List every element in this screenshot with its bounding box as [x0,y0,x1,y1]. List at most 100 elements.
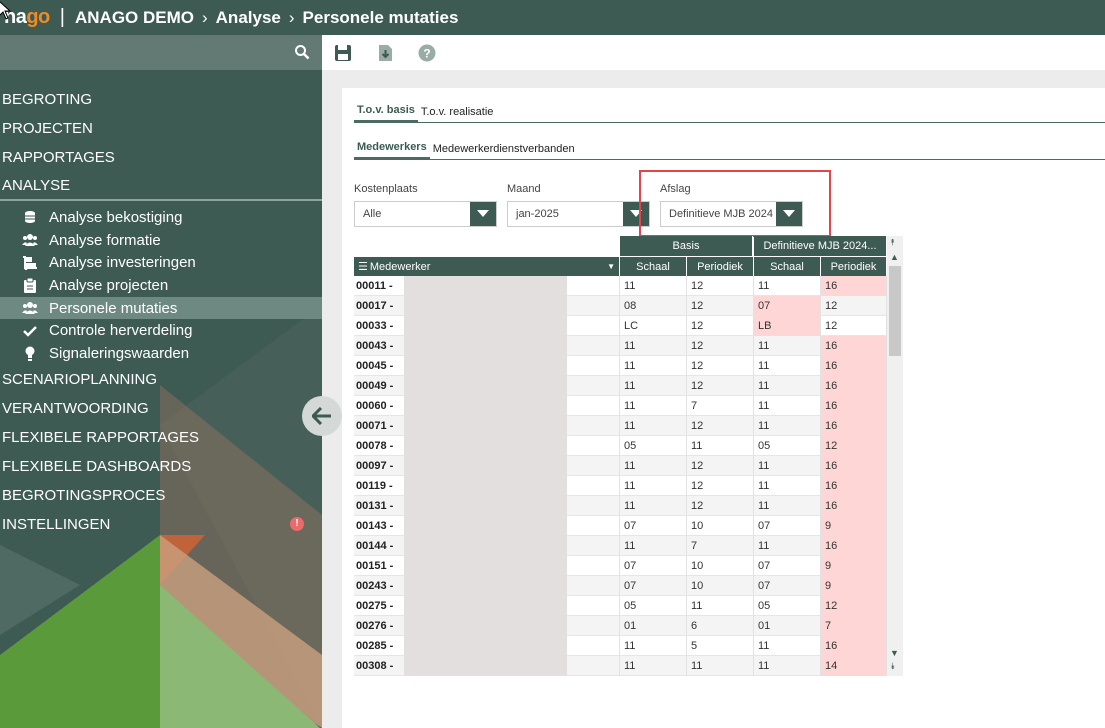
table-row[interactable]: 00060 -11 7 11 16 [354,395,887,416]
grid-scrollbar[interactable]: ⯭ ▲ ▼ ⯯ [887,236,903,676]
cell-spacer [567,455,620,476]
cell-spacer [567,295,620,316]
download-icon[interactable] [376,44,394,62]
save-icon[interactable] [334,44,352,62]
sidebar-item-controle-herverdeling[interactable]: Controle herverdeling [0,319,322,342]
cell-basis-schaal: 05 [620,595,687,616]
cell-def-schaal: 11 [754,355,821,376]
scroll-thumb[interactable] [889,266,901,356]
sidebar-item-analyse-formatie[interactable]: Analyse formatie [0,229,322,252]
table-row[interactable]: 00078 -05 11 05 12 [354,435,887,456]
cell-basis-schaal: 11 [620,495,687,516]
cell-def-schaal: 11 [754,395,821,416]
cell-spacer [567,575,620,596]
table-row[interactable]: 00011 -11 12 11 16 [354,275,887,296]
cell-basis-schaal: 11 [620,395,687,416]
cell-basis-schaal: 11 [620,635,687,656]
cell-spacer [567,635,620,656]
column-header-def-schaal[interactable]: Schaal [754,257,821,276]
sidebar-item-begrotingsproces[interactable]: BEGROTINGSPROCES [0,481,322,510]
sidebar-item-instellingen[interactable]: INSTELLINGEN ! [0,510,322,539]
table-row[interactable]: 00275 -05 11 05 12 [354,595,887,616]
sidebar-item-rapportages[interactable]: RAPPORTAGES [0,143,322,172]
sidebar-search-bar[interactable] [0,35,322,70]
scroll-bottom-icon[interactable]: ⯯ [890,662,895,671]
sidebar-item-begroting[interactable]: BEGROTING [0,85,322,114]
menu-icon[interactable]: ☰ [358,260,368,273]
cell-def-periodiek: 16 [821,375,887,396]
tab-tov-realisatie[interactable]: T.o.v. realisatie [418,106,497,122]
sidebar-item-flexibele-dashboards[interactable]: FLEXIBELE DASHBOARDS [0,452,322,481]
cell-employee-id: 00043 - [356,339,394,352]
cell-employee-id: 00143 - [356,519,394,532]
sidebar-item-analyse-bekostiging[interactable]: Analyse bekostiging [0,206,322,229]
table-row[interactable]: 00151 -07 10 07 9 [354,555,887,576]
table-row[interactable]: 00143 -07 10 07 9 [354,515,887,536]
coins-icon [22,209,38,225]
table-row[interactable]: 00285 -11 5 11 16 [354,635,887,656]
cell-employee-id: 00033 - [356,319,394,332]
table-row[interactable]: 00017 -08 12 07 12 [354,295,887,316]
scroll-top-icon[interactable]: ⯭ [890,238,895,247]
help-icon[interactable]: ? [418,44,436,62]
cell-employee-name-redacted [404,475,567,496]
table-row[interactable]: 00276 -01 6 01 7 [354,615,887,636]
table-row[interactable]: 00243 -07 10 07 9 [354,575,887,596]
sidebar-item-personele-mutaties[interactable]: Personele mutaties [0,296,322,320]
sub-tabs: Medewerkers Medewerkerdienstverbanden [354,141,1105,160]
cell-basis-periodiek: 12 [687,375,754,396]
table-row[interactable]: 00049 -11 12 11 16 [354,375,887,396]
table-row[interactable]: 00045 -11 12 11 16 [354,355,887,376]
search-icon[interactable] [294,44,310,60]
chevron-down-icon[interactable] [470,202,496,226]
table-row[interactable]: 00097 -11 12 11 16 [354,455,887,476]
table-row[interactable]: 00131 -11 12 11 16 [354,495,887,516]
table-row[interactable]: 00043 -11 12 11 16 [354,335,887,356]
sidebar-item-projecten[interactable]: PROJECTEN [0,114,322,143]
select-value: jan-2025 [516,208,559,220]
scroll-down-icon[interactable]: ▼ [890,648,899,658]
cell-def-schaal: 05 [754,435,821,456]
table-row[interactable]: 00144 -11 7 11 16 [354,535,887,556]
sidebar-item-signaleringswaarden[interactable]: Signaleringswaarden [0,342,322,365]
collapse-sidebar-button[interactable] [302,396,342,436]
scroll-up-icon[interactable]: ▲ [890,252,899,262]
sidebar-item-flexibele-rapportages[interactable]: FLEXIBELE RAPPORTAGES [0,423,322,452]
cell-employee-name-redacted [404,575,567,596]
cell-def-periodiek: 12 [821,295,887,316]
cell-def-periodiek: 14 [821,655,887,676]
breadcrumb-separator: › [201,7,208,27]
cell-employee-id: 00078 - [356,439,394,452]
column-header-def-periodiek[interactable]: Periodiek [821,257,887,276]
column-header-medewerker[interactable]: ☰ Medewerker ▼ [354,257,620,276]
table-row[interactable]: 00308 -11 11 11 14 [354,655,887,676]
cell-employee-name-redacted [404,395,567,416]
table-row[interactable]: 00033 - LC 12 LB 12 [354,315,887,336]
breadcrumb-analyse[interactable]: Analyse [216,8,281,28]
column-header-basis-schaal[interactable]: Schaal [620,257,687,276]
tab-medewerkers[interactable]: Medewerkers [354,141,430,160]
breadcrumb-root[interactable]: ANAGO DEMO [75,8,194,28]
cell-def-periodiek: 16 [821,475,887,496]
tab-medewerkerdienstverbanden[interactable]: Medewerkerdienstverbanden [430,143,578,159]
cell-def-schaal: 11 [754,455,821,476]
cell-employee-name-redacted [404,595,567,616]
caret-down-icon[interactable]: ▼ [607,262,615,271]
cell-employee-id: 00119 - [356,479,393,492]
sidebar-item-verantwoording[interactable]: VERANTWOORDING [0,394,322,423]
sidebar-item-scenarioplanning[interactable]: SCENARIOPLANNING [0,365,322,394]
cell-employee-id: 00276 - [356,619,394,632]
table-row[interactable]: 00071 -11 12 11 16 [354,415,887,436]
sidebar-item-analyse[interactable]: ANALYSE [0,172,322,201]
tab-tov-basis[interactable]: T.o.v. basis [354,104,418,123]
table-row[interactable]: 00119 -11 12 11 16 [354,475,887,496]
sidebar-item-analyse-projecten[interactable]: Analyse projecten [0,274,322,297]
cell-employee-id: 00011 - [356,279,393,292]
maand-select[interactable]: jan-2025 [507,201,650,227]
cell-spacer [567,555,620,576]
cell-def-periodiek: 16 [821,635,887,656]
cell-def-periodiek: 9 [821,515,887,536]
sidebar-item-analyse-investeringen[interactable]: Analyse investeringen [0,251,322,274]
kostenplaats-select[interactable]: Alle [354,201,497,227]
column-header-basis-periodiek[interactable]: Periodiek [687,257,754,276]
